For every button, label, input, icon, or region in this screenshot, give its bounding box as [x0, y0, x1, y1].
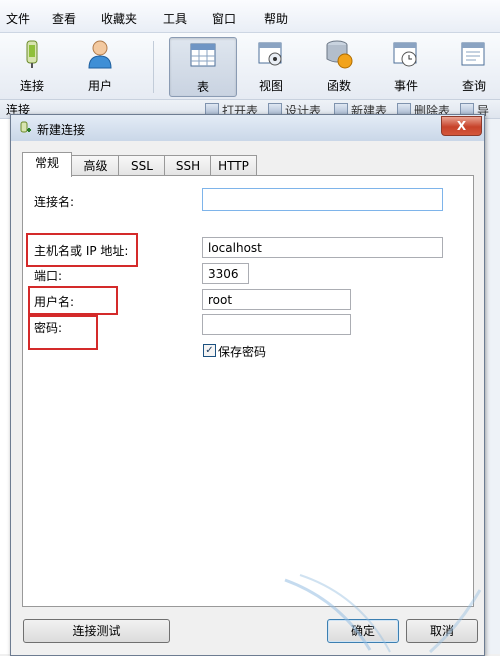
toolbar-connection-button[interactable]: 连接 — [4, 37, 60, 95]
menu-window[interactable]: 窗口 — [212, 10, 236, 27]
toolbar-function-button[interactable]: 函数 — [311, 37, 367, 95]
toolbar-connection-label: 连接 — [19, 79, 44, 93]
tab-advanced[interactable]: 高级 — [71, 155, 120, 176]
close-icon: X — [456, 119, 467, 133]
save-password-checkbox[interactable]: ✓ — [203, 344, 216, 357]
main-toolbar: 连接 用户 表 视图 函数 事件 查询 — [0, 33, 500, 100]
menu-help[interactable]: 帮助 — [264, 10, 288, 27]
table-icon — [190, 43, 216, 67]
tab-ssh[interactable]: SSH — [164, 155, 212, 176]
toolbar-user-label: 用户 — [87, 79, 112, 93]
toolbar-view-label: 视图 — [258, 79, 283, 93]
toolbar-table-button[interactable]: 表 — [169, 37, 237, 97]
menu-favorites[interactable]: 收藏夹 — [101, 10, 137, 27]
username-highlight-box — [28, 286, 118, 315]
toolbar-function-label: 函数 — [326, 79, 351, 93]
toolbar-event-label: 事件 — [393, 79, 418, 93]
menu-bar: 文件 查看 收藏夹 工具 窗口 帮助 — [0, 0, 500, 33]
toolbar-query-button[interactable]: 查询 — [446, 37, 500, 95]
new-connection-icon — [20, 121, 31, 133]
toolbar-query-label: 查询 — [461, 79, 486, 93]
user-icon — [88, 40, 112, 69]
tab-general[interactable]: 常规 — [22, 152, 72, 177]
view-icon — [258, 42, 282, 66]
save-password-label: 保存密码 — [218, 345, 267, 359]
password-input[interactable] — [202, 314, 351, 335]
check-icon: ✓ — [205, 345, 214, 356]
ok-button[interactable]: 确定 — [327, 619, 399, 643]
object-pane — [484, 119, 500, 654]
password-highlight-box — [28, 315, 98, 350]
connection-name-input[interactable] — [202, 188, 443, 211]
tab-http[interactable]: HTTP — [210, 155, 257, 176]
dialog-title: 新建连接 — [37, 123, 86, 137]
menu-tools[interactable]: 工具 — [163, 10, 187, 27]
toolbar-table-label: 表 — [196, 80, 209, 94]
test-connection-button[interactable]: 连接测试 — [23, 619, 170, 643]
connection-name-label: 连接名: — [34, 195, 75, 209]
toolbar-view-button[interactable]: 视图 — [243, 37, 299, 95]
query-icon — [461, 42, 485, 66]
tab-ssl[interactable]: SSL — [118, 155, 166, 176]
cancel-button[interactable]: 取消 — [406, 619, 478, 643]
host-highlight-box — [26, 233, 138, 267]
username-input[interactable]: root — [202, 289, 351, 310]
port-label: 端口: — [34, 269, 63, 283]
toolbar-event-button[interactable]: 事件 — [378, 37, 434, 95]
close-button[interactable]: X — [441, 116, 482, 136]
menu-file[interactable]: 文件 — [6, 10, 30, 27]
menu-view[interactable]: 查看 — [52, 10, 76, 27]
toolbar-user-button[interactable]: 用户 — [72, 37, 128, 95]
port-input[interactable]: 3306 — [202, 263, 249, 284]
host-input[interactable]: localhost — [202, 237, 443, 258]
new-connection-dialog: 新建连接 X 常规 高级 SSL SSH HTTP 连接名: 主机名或 IP 地… — [10, 114, 485, 656]
connection-icon — [26, 40, 38, 68]
event-icon — [393, 42, 417, 67]
dialog-title-bar[interactable]: 新建连接 X — [11, 115, 484, 141]
function-icon — [326, 40, 353, 69]
toolbar-separator — [153, 41, 154, 93]
